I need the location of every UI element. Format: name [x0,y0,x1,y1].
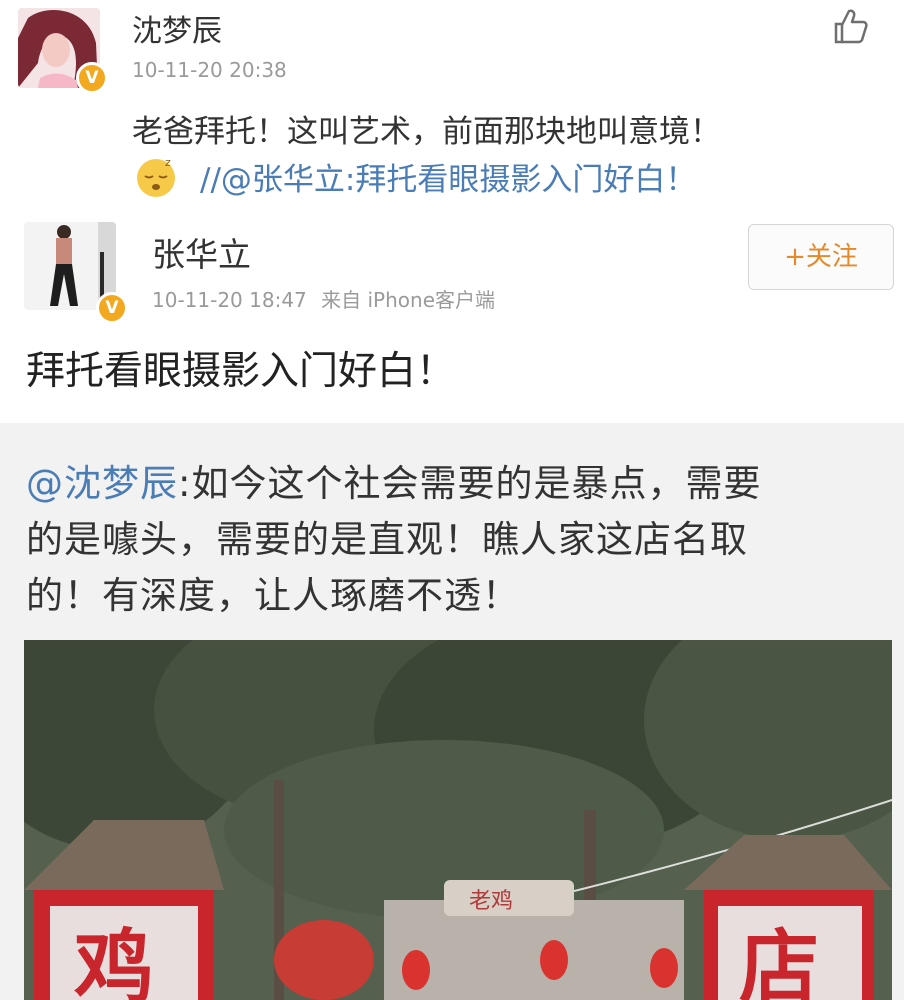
comment-block: V 沈梦辰 10-11-20 20:38 老爸拜托！这叫艺术，前面那块地叫意境！… [0,0,904,205]
verified-mark: V [105,298,119,318]
quote-text: :拜托看眼摄影入门好白！ [344,162,697,198]
svg-text:z: z [165,156,171,169]
shop-banner-text: 老鸡 [469,889,513,914]
sign-left-char: 鸡 [74,921,154,1000]
post-meta: 10-11-20 18:47 来自 iPhone客户端 [152,284,495,313]
repost-mention-link[interactable]: @沈梦辰 [26,462,178,505]
quote-mention-link[interactable]: @张华立 [221,162,345,198]
verified-mark: V [85,68,99,88]
follow-button[interactable]: +关注 [748,224,894,290]
quote-prefix: // [200,162,221,198]
post-source: 来自 iPhone客户端 [321,288,496,312]
post-username[interactable]: 张华立 [152,228,251,276]
comment-text: 老爸拜托！这叫艺术，前面那块地叫意境！ [132,114,721,150]
verified-badge: V [76,62,108,94]
post-timestamp: 10-11-20 18:47 [152,288,307,312]
sign-right-char: 店 [739,921,819,1000]
street-photo-illustration: 老鸡 鸡 店 [24,640,892,1000]
repost-text-1: :如今这个社会需要的是暴点，需要 [178,462,762,505]
post-photo[interactable]: 老鸡 鸡 店 [24,640,892,1000]
quote-line: //@张华立:拜托看眼摄影入门好白！ [200,154,696,199]
verified-badge: V [96,292,128,324]
repost-line-2: 的是噱头，需要的是直观！瞧人家这店名取 [26,518,748,561]
repost-line-3: 的！有深度，让人琢磨不透！ [26,574,520,617]
comment-username[interactable]: 沈梦辰 [132,6,222,50]
comment-timestamp: 10-11-20 20:38 [132,58,287,82]
repost-line-1: @沈梦辰:如今这个社会需要的是暴点，需要 [26,453,761,507]
thumbs-up-icon[interactable] [830,6,870,46]
sleepy-face-emoji-icon: z [134,154,180,198]
post-text: 拜托看眼摄影入门好白！ [26,349,456,394]
